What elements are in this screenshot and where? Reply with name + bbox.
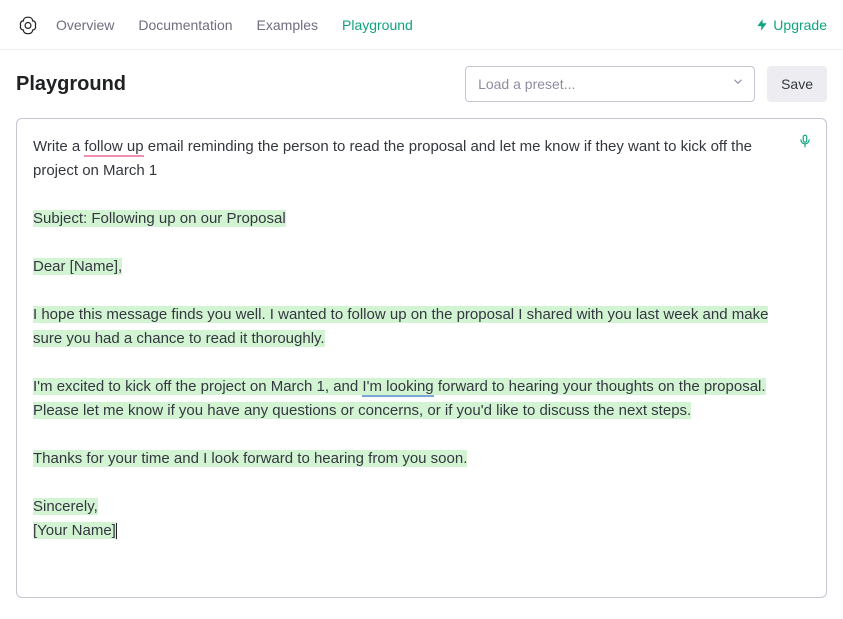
- prompt-pre: Write a: [33, 138, 84, 155]
- generated-para1: I hope this message finds you well. I wa…: [33, 306, 768, 347]
- page-title: Playground: [16, 73, 453, 96]
- nav-documentation[interactable]: Documentation: [138, 17, 232, 33]
- microphone-icon[interactable]: [798, 133, 812, 157]
- generated-subject: Subject: Following up on our Proposal: [33, 210, 286, 227]
- generated-para3: Thanks for your time and I look forward …: [33, 450, 467, 467]
- text-cursor: [116, 523, 117, 540]
- generated-greeting: Dear [Name],: [33, 258, 122, 275]
- prompt-spellcheck-word: follow up: [84, 138, 143, 157]
- nav-items: Overview Documentation Examples Playgrou…: [56, 17, 755, 33]
- prompt-text: Write a follow up email reminding the pe…: [33, 135, 786, 183]
- editor-wrap: Write a follow up email reminding the pe…: [0, 118, 843, 614]
- generated-output: Subject: Following up on our Proposal De…: [33, 207, 786, 543]
- generated-grammar-word: I'm looking: [362, 378, 433, 397]
- generated-para2-a: I'm excited to kick off the project on M…: [33, 378, 362, 395]
- prompt-editor[interactable]: Write a follow up email reminding the pe…: [16, 118, 827, 598]
- generated-signoff2: [Your Name]: [33, 522, 116, 539]
- top-nav: Overview Documentation Examples Playgrou…: [0, 0, 843, 50]
- preset-select-button[interactable]: Load a preset...: [465, 66, 755, 102]
- openai-logo[interactable]: [16, 13, 40, 37]
- save-button[interactable]: Save: [767, 66, 827, 102]
- nav-examples[interactable]: Examples: [257, 17, 318, 33]
- upgrade-button[interactable]: Upgrade: [755, 17, 827, 33]
- generated-signoff1: Sincerely,: [33, 498, 98, 515]
- nav-overview[interactable]: Overview: [56, 17, 114, 33]
- header-row: Playground Load a preset... Save: [0, 50, 843, 118]
- nav-playground[interactable]: Playground: [342, 17, 413, 33]
- upgrade-label: Upgrade: [773, 17, 827, 33]
- preset-select[interactable]: Load a preset...: [465, 66, 755, 102]
- lightning-icon: [755, 18, 769, 32]
